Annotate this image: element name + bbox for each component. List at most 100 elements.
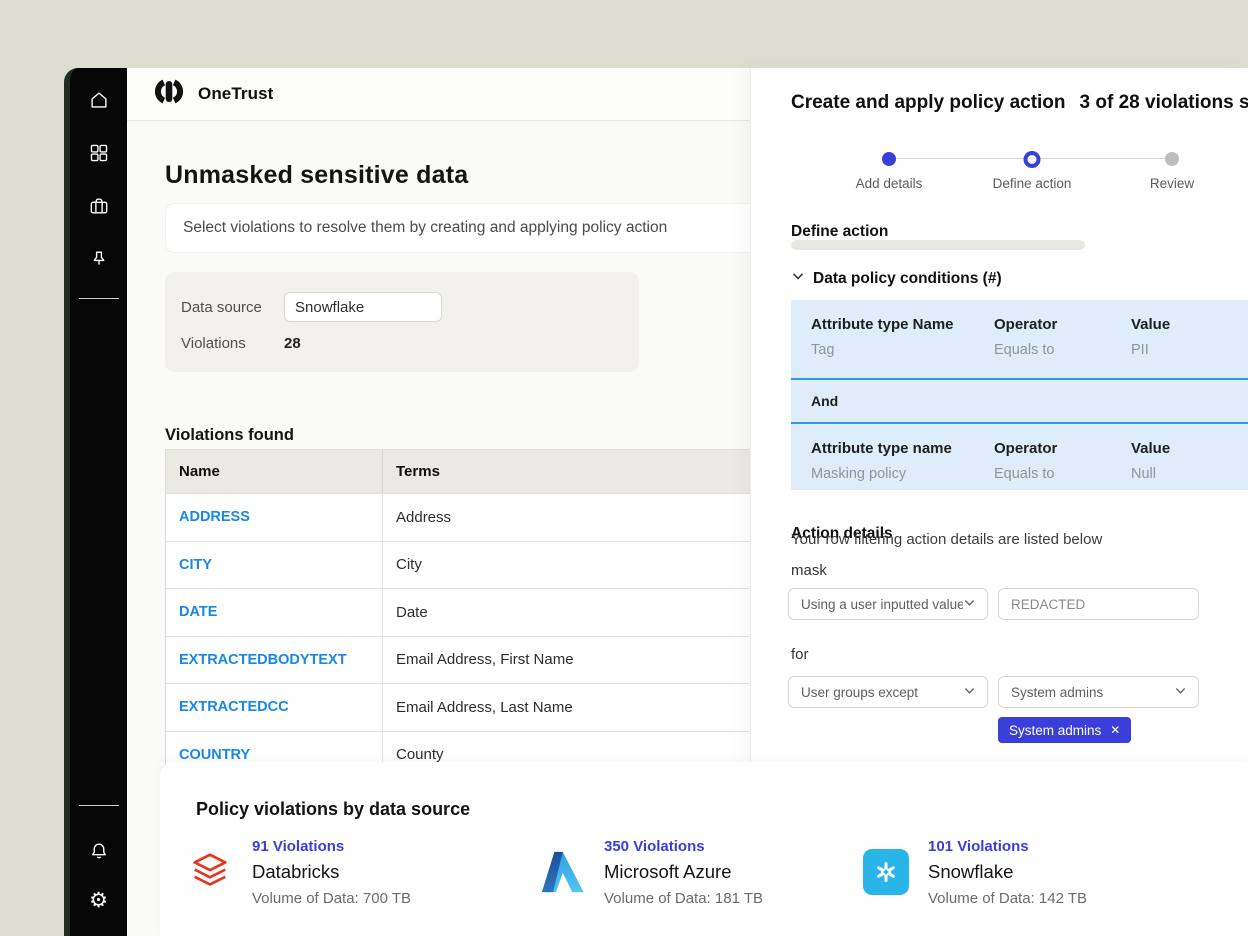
violations-count-link[interactable]: 101 Violations bbox=[928, 838, 1087, 855]
datasource-card-databricks: 91 Violations Databricks Volume of Data:… bbox=[186, 838, 411, 907]
violation-terms: Date bbox=[396, 604, 428, 621]
step-dot-add-details bbox=[882, 152, 896, 166]
step-label-add-details[interactable]: Add details bbox=[856, 176, 923, 191]
violation-terms: City bbox=[396, 556, 422, 573]
apps-grid-icon[interactable] bbox=[88, 142, 110, 164]
mask-method-value: Using a user inputted value bbox=[801, 597, 963, 612]
violations-count-link[interactable]: 350 Violations bbox=[604, 838, 763, 855]
condition-operator-label: Operator bbox=[994, 440, 1131, 457]
step-dot-define-action bbox=[1024, 151, 1041, 168]
violation-name-link[interactable]: DATE bbox=[179, 604, 217, 620]
conditions-heading-text: Data policy conditions (#) bbox=[813, 270, 1002, 288]
violations-table-header: Name Terms bbox=[166, 450, 806, 493]
mask-label: mask bbox=[791, 562, 827, 579]
chip-remove-icon[interactable]: ✕ bbox=[1110, 724, 1120, 736]
condition-operator-label: Operator bbox=[994, 316, 1131, 333]
sidebar-divider bbox=[79, 298, 119, 299]
condition-value-value: Null bbox=[1131, 466, 1248, 482]
violations-table: Name Terms ADDRESS Address CITY City DAT… bbox=[165, 449, 807, 779]
violation-terms: Email Address, First Name bbox=[396, 651, 574, 668]
selection-status: 3 of 28 violations selected bbox=[1080, 92, 1248, 114]
briefcase-icon[interactable] bbox=[88, 195, 110, 217]
action-details-description: Your row filtering action details are li… bbox=[791, 531, 1102, 548]
for-label: for bbox=[791, 646, 809, 663]
page-title: Unmasked sensitive data bbox=[165, 161, 468, 190]
mask-method-select[interactable]: Using a user inputted value bbox=[788, 588, 988, 620]
pin-icon[interactable] bbox=[88, 248, 110, 270]
violation-terms: County bbox=[396, 746, 444, 763]
datasource-name: Microsoft Azure bbox=[604, 861, 763, 883]
table-row: DATE Date bbox=[166, 588, 806, 636]
column-header-terms: Terms bbox=[382, 450, 806, 493]
violation-terms: Address bbox=[396, 509, 451, 526]
violation-name-link[interactable]: EXTRACTEDCC bbox=[179, 699, 289, 715]
onetrust-logo-icon bbox=[150, 79, 188, 109]
datasource-volume: Volume of Data: 700 TB bbox=[252, 890, 411, 907]
data-source-label: Data source bbox=[181, 299, 284, 316]
violations-label: Violations bbox=[181, 335, 284, 352]
bell-icon[interactable] bbox=[88, 840, 110, 862]
datasource-volume: Volume of Data: 142 TB bbox=[928, 890, 1087, 907]
bottom-panel-title: Policy violations by data source bbox=[196, 799, 470, 820]
violation-name-link[interactable]: COUNTRY bbox=[179, 747, 250, 763]
chevron-down-icon bbox=[1174, 684, 1187, 700]
data-source-input[interactable] bbox=[284, 292, 442, 322]
snowflake-logo-icon bbox=[862, 848, 910, 896]
condition-row: Attribute type Name Tag Operator Equals … bbox=[791, 300, 1248, 378]
table-row: EXTRACTEDBODYTEXT Email Address, First N… bbox=[166, 636, 806, 684]
drawer-title-text: Create and apply policy action bbox=[791, 92, 1066, 114]
table-row: CITY City bbox=[166, 541, 806, 589]
violations-found-title: Violations found bbox=[165, 426, 294, 445]
app-sidebar: ⚙ bbox=[64, 68, 127, 936]
condition-attr-label: Attribute type Name bbox=[811, 316, 994, 333]
loading-progress-bar bbox=[791, 240, 1085, 250]
group-method-value: User groups except bbox=[801, 685, 918, 700]
table-row: ADDRESS Address bbox=[166, 493, 806, 541]
group-value-select[interactable]: System admins bbox=[998, 676, 1199, 708]
info-banner-text: Select violations to resolve them by cre… bbox=[183, 219, 667, 237]
condition-row: Attribute type name Masking policy Opera… bbox=[791, 424, 1248, 492]
condition-attr-label: Attribute type name bbox=[811, 440, 994, 457]
condition-attr-value: Tag bbox=[811, 342, 994, 358]
violations-count-row: Violations 28 bbox=[181, 335, 623, 352]
chevron-down-icon bbox=[963, 596, 976, 612]
group-value-text: System admins bbox=[1011, 685, 1103, 700]
condition-operator-value: Equals to bbox=[994, 342, 1131, 358]
condition-value-label: Value bbox=[1131, 316, 1248, 333]
table-row: EXTRACTEDCC Email Address, Last Name bbox=[166, 683, 806, 731]
sidebar-divider-bottom bbox=[79, 805, 119, 806]
policy-action-drawer: Create and apply policy action 3 of 28 v… bbox=[750, 68, 1248, 762]
datasource-card-azure: 350 Violations Microsoft Azure Volume of… bbox=[538, 838, 763, 907]
datasource-name: Databricks bbox=[252, 861, 411, 883]
step-label-define-action[interactable]: Define action bbox=[993, 176, 1072, 191]
violations-count: 28 bbox=[284, 335, 301, 352]
step-dot-review bbox=[1165, 152, 1179, 166]
policy-violations-panel: Policy violations by data source 91 Viol… bbox=[160, 762, 1248, 936]
chevron-down-icon bbox=[963, 684, 976, 700]
violation-terms: Email Address, Last Name bbox=[396, 699, 573, 716]
chevron-down-icon bbox=[791, 269, 805, 288]
condition-connector: And bbox=[791, 380, 1248, 422]
define-action-heading: Define action bbox=[791, 223, 888, 241]
condition-value-label: Value bbox=[1131, 440, 1248, 457]
settings-gear-icon[interactable]: ⚙ bbox=[88, 890, 110, 912]
chip-label: System admins bbox=[1009, 723, 1101, 738]
home-icon[interactable] bbox=[88, 89, 110, 111]
group-method-select[interactable]: User groups except bbox=[788, 676, 988, 708]
sidebar-bottom-group: ⚙ bbox=[79, 805, 119, 936]
condition-attr-value: Masking policy bbox=[811, 466, 994, 482]
step-label-review[interactable]: Review bbox=[1150, 176, 1194, 191]
data-source-row: Data source bbox=[181, 292, 623, 322]
violation-name-link[interactable]: CITY bbox=[179, 557, 212, 573]
violation-name-link[interactable]: ADDRESS bbox=[179, 509, 250, 525]
violation-name-link[interactable]: EXTRACTEDBODYTEXT bbox=[179, 652, 347, 668]
condition-value-value: PII bbox=[1131, 342, 1248, 358]
datasource-name: Snowflake bbox=[928, 861, 1087, 883]
violations-count-link[interactable]: 91 Violations bbox=[252, 838, 411, 855]
datasource-volume: Volume of Data: 181 TB bbox=[604, 890, 763, 907]
databricks-logo-icon bbox=[186, 848, 234, 896]
conditions-header[interactable]: Data policy conditions (#) bbox=[791, 269, 1002, 288]
mask-value-input[interactable] bbox=[998, 588, 1199, 620]
selection-summary: Data source Violations 28 bbox=[165, 272, 639, 372]
azure-logo-icon bbox=[538, 848, 586, 896]
